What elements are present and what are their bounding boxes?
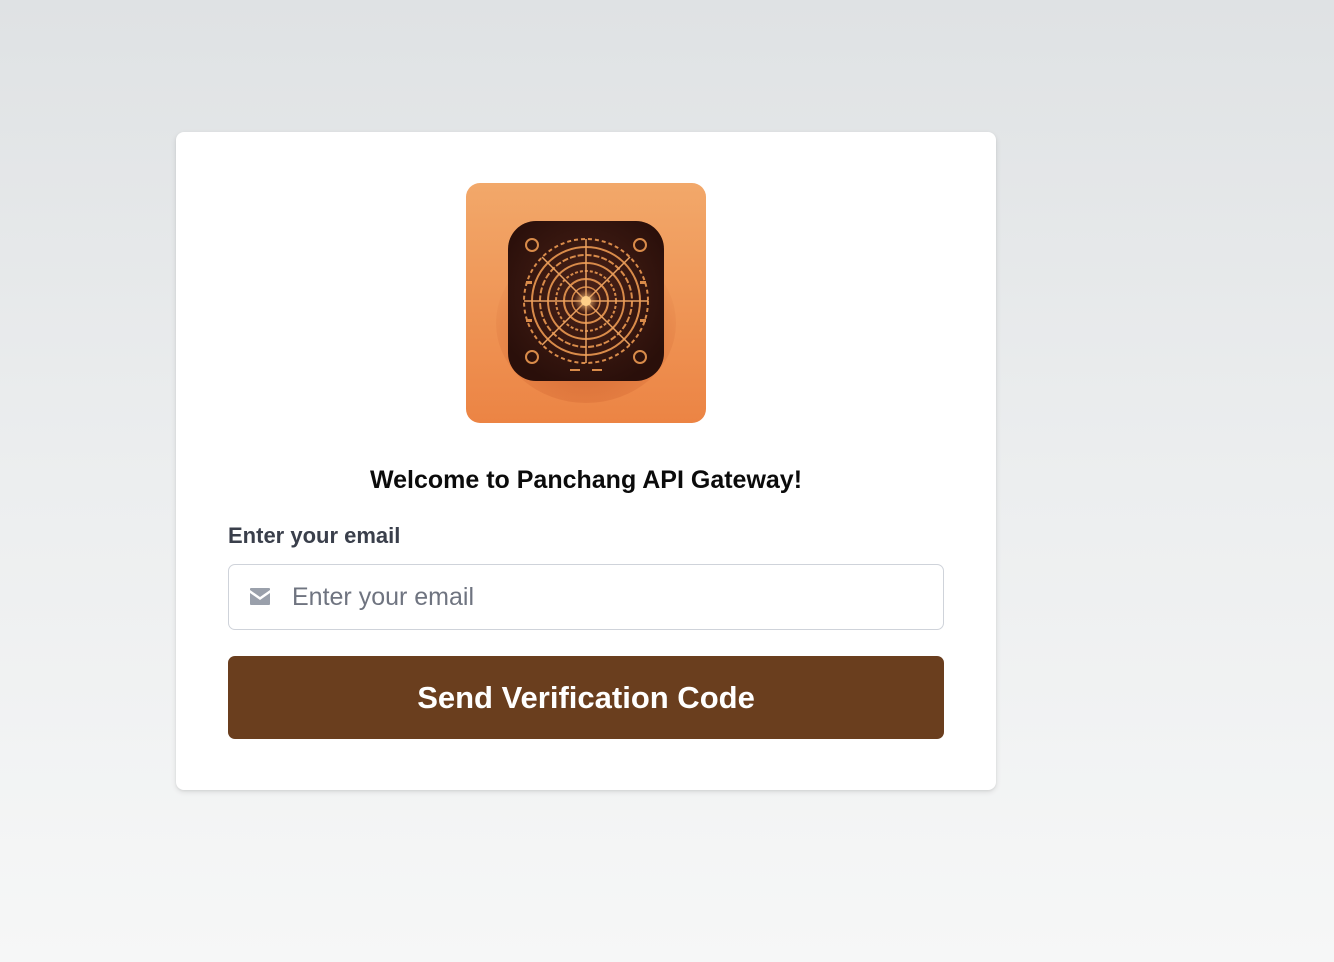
email-field[interactable] <box>228 564 944 630</box>
panchang-logo-icon <box>466 183 706 423</box>
app-logo <box>466 183 706 423</box>
email-label: Enter your email <box>228 523 401 548</box>
email-input[interactable] <box>292 565 922 629</box>
send-verification-code-button[interactable]: Send Verification Code <box>228 656 944 739</box>
welcome-title: Welcome to Panchang API Gateway! <box>369 466 803 494</box>
login-card: Welcome to Panchang API Gateway! Enter y… <box>176 132 996 790</box>
mail-icon <box>249 587 271 607</box>
